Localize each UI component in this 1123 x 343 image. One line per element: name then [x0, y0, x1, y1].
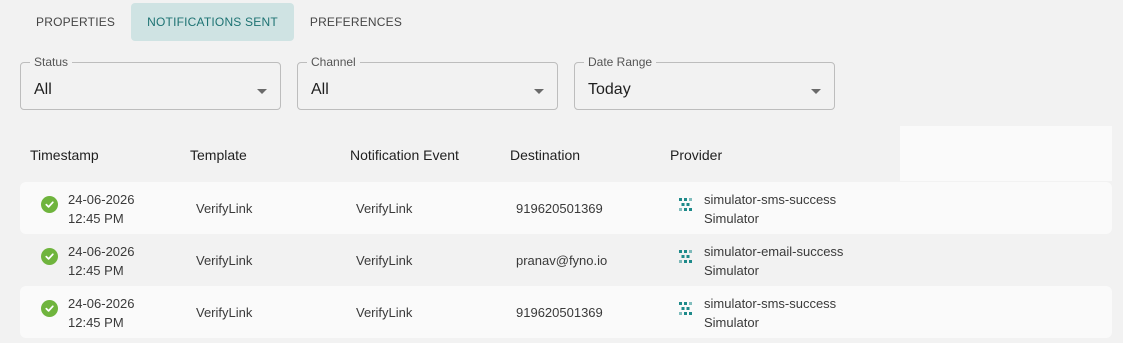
notification-event-cell: VerifyLink: [356, 201, 413, 216]
chevron-down-icon: [534, 89, 544, 94]
date-range-select-value: Today: [588, 81, 631, 98]
timestamp-cell: 24-06-2026 12:45 PM: [68, 242, 135, 280]
tab-notifications-sent[interactable]: NOTIFICATIONS SENT: [131, 3, 294, 41]
timestamp-time: 12:45 PM: [68, 211, 124, 226]
channel-select-label: Channel: [307, 55, 360, 69]
chevron-down-icon: [257, 89, 267, 94]
simulator-provider-icon: [679, 302, 692, 315]
notification-event-cell: VerifyLink: [356, 253, 413, 268]
table-header-actions-area: [900, 126, 1112, 181]
tab-properties[interactable]: PROPERTIES: [20, 3, 131, 41]
column-header-notification-event: Notification Event: [350, 147, 459, 163]
column-header-timestamp: Timestamp: [30, 147, 99, 163]
provider-name: simulator-sms-success: [704, 192, 837, 207]
template-cell: VerifyLink: [196, 253, 253, 268]
provider-cell: simulator-email-success Simulator: [704, 242, 843, 280]
provider-cell: simulator-sms-success Simulator: [704, 294, 836, 332]
destination-cell: pranav@fyno.io: [516, 253, 608, 268]
timestamp-cell: 24-06-2026 12:45 PM: [68, 190, 135, 228]
provider-name: simulator-email-success: [704, 244, 844, 259]
table-row[interactable]: 24-06-2026 12:45 PM VerifyLink VerifyLin…: [20, 182, 1112, 234]
timestamp-time: 12:45 PM: [68, 263, 124, 278]
template-cell: VerifyLink: [196, 201, 253, 216]
filter-bar: Status All Channel All Date Range Today: [20, 55, 835, 110]
destination-cell: 919620501369: [516, 305, 603, 320]
provider-type: Simulator: [704, 315, 759, 330]
success-check-icon: [41, 248, 58, 265]
table-row[interactable]: 24-06-2026 12:45 PM VerifyLink VerifyLin…: [20, 286, 1112, 338]
timestamp-date: 24-06-2026: [68, 244, 135, 259]
provider-type: Simulator: [704, 211, 759, 226]
status-select-value: All: [34, 81, 52, 98]
simulator-provider-icon: [679, 250, 692, 263]
status-select[interactable]: Status All: [20, 55, 281, 110]
destination-cell: 919620501369: [516, 201, 603, 216]
timestamp-date: 24-06-2026: [68, 192, 135, 207]
column-header-provider: Provider: [670, 147, 723, 163]
success-check-icon: [41, 196, 58, 213]
tab-preferences[interactable]: PREFERENCES: [294, 3, 418, 41]
status-select-label: Status: [30, 55, 73, 69]
timestamp-date: 24-06-2026: [68, 296, 135, 311]
table-row[interactable]: 24-06-2026 12:45 PM VerifyLink VerifyLin…: [20, 234, 1112, 286]
column-header-destination: Destination: [510, 147, 581, 163]
table-header: Timestamp Template Notification Event De…: [20, 126, 900, 181]
date-range-select-label: Date Range: [584, 55, 657, 69]
success-check-icon: [41, 300, 58, 317]
provider-name: simulator-sms-success: [704, 296, 837, 311]
notification-event-cell: VerifyLink: [356, 305, 413, 320]
timestamp-time: 12:45 PM: [68, 315, 124, 330]
template-cell: VerifyLink: [196, 305, 253, 320]
column-header-template: Template: [190, 147, 247, 163]
channel-select-value: All: [311, 81, 329, 98]
chevron-down-icon: [811, 89, 821, 94]
provider-type: Simulator: [704, 263, 759, 278]
provider-cell: simulator-sms-success Simulator: [704, 190, 836, 228]
date-range-select[interactable]: Date Range Today: [574, 55, 835, 110]
channel-select[interactable]: Channel All: [297, 55, 558, 110]
timestamp-cell: 24-06-2026 12:45 PM: [68, 294, 135, 332]
simulator-provider-icon: [679, 198, 692, 211]
tab-bar: PROPERTIES NOTIFICATIONS SENT PREFERENCE…: [20, 3, 418, 41]
